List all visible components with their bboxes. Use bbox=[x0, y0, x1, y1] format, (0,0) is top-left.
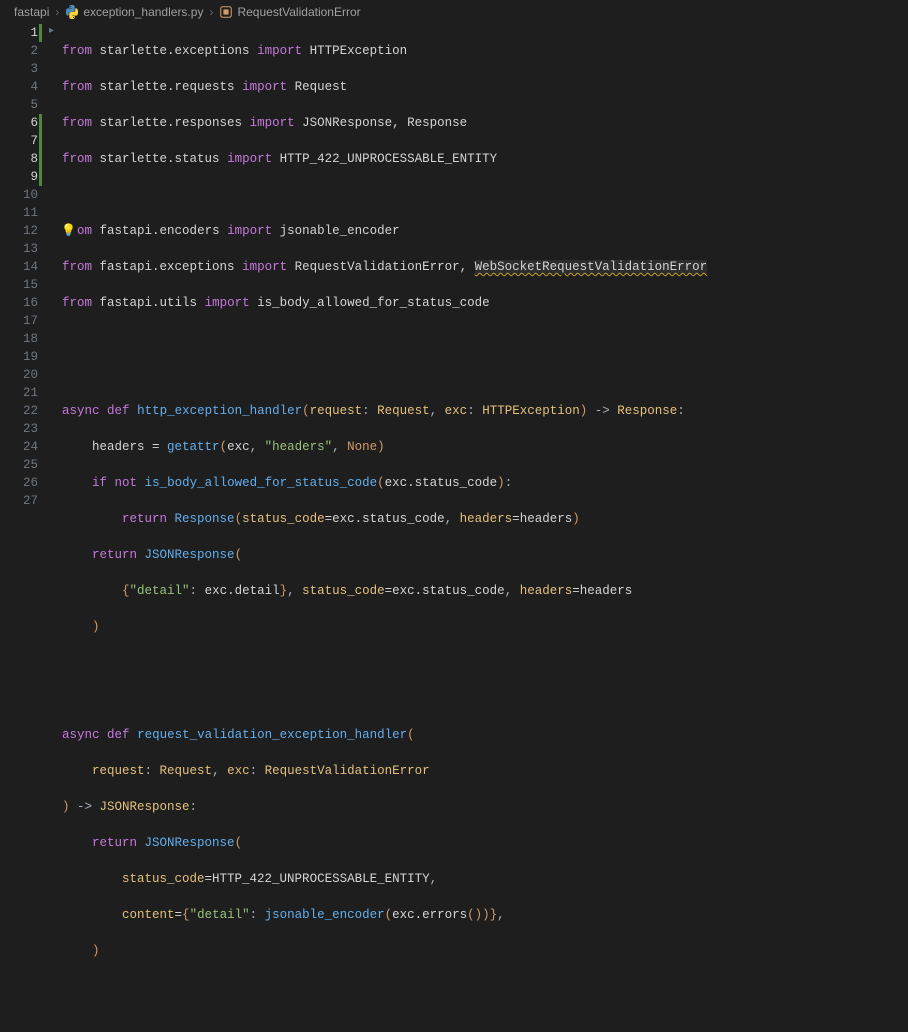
line-number[interactable]: 13 bbox=[0, 240, 38, 258]
code-line[interactable]: return JSONResponse( bbox=[62, 546, 908, 564]
code-line[interactable]: from starlette.responses import JSONResp… bbox=[62, 114, 908, 132]
breadcrumb-root[interactable]: fastapi bbox=[14, 5, 49, 19]
line-number[interactable]: 1 bbox=[0, 24, 38, 42]
code-line[interactable]: from fastapi.utils import is_body_allowe… bbox=[62, 294, 908, 312]
line-number[interactable]: 27 bbox=[0, 492, 38, 510]
code-line[interactable]: return Response(status_code=exc.status_c… bbox=[62, 510, 908, 528]
code-line[interactable]: async def http_exception_handler(request… bbox=[62, 402, 908, 420]
line-number[interactable]: 11 bbox=[0, 204, 38, 222]
line-number-gutter[interactable]: 1 2 3 4 5 6 7 8 9 10 11 12 13 14 15 16 1… bbox=[0, 24, 44, 540]
chevron-right-icon: › bbox=[209, 5, 213, 19]
code-area[interactable]: from starlette.exceptions import HTTPExc… bbox=[44, 24, 908, 540]
line-number[interactable]: 15 bbox=[0, 276, 38, 294]
code-line[interactable]: from starlette.exceptions import HTTPExc… bbox=[62, 42, 908, 60]
python-file-icon bbox=[65, 5, 79, 19]
line-number[interactable]: 18 bbox=[0, 330, 38, 348]
line-number[interactable]: 12 bbox=[0, 222, 38, 240]
code-line[interactable] bbox=[62, 654, 908, 672]
code-line[interactable]: request: Request, exc: RequestValidation… bbox=[62, 762, 908, 780]
lightbulb-icon[interactable]: 💡 bbox=[61, 222, 76, 240]
line-number[interactable]: 19 bbox=[0, 348, 38, 366]
breadcrumb[interactable]: fastapi › exception_handlers.py › Reques… bbox=[0, 0, 908, 24]
line-number[interactable]: 7 bbox=[0, 132, 38, 150]
line-number[interactable]: 9 bbox=[0, 168, 38, 186]
unused-import-warning[interactable]: WebSocketRequestValidationError bbox=[475, 260, 708, 274]
class-icon bbox=[219, 5, 233, 19]
line-number[interactable]: 26 bbox=[0, 474, 38, 492]
line-number[interactable]: 24 bbox=[0, 438, 38, 456]
code-line[interactable]: {"detail": exc.detail}, status_code=exc.… bbox=[62, 582, 908, 600]
code-line[interactable] bbox=[62, 330, 908, 348]
code-line[interactable] bbox=[62, 186, 908, 204]
chevron-right-icon: › bbox=[55, 5, 59, 19]
code-line[interactable]: ) bbox=[62, 942, 908, 960]
line-number[interactable]: 8 bbox=[0, 150, 38, 168]
line-number[interactable]: 5 bbox=[0, 96, 38, 114]
line-number[interactable]: 21 bbox=[0, 384, 38, 402]
line-number[interactable]: 2 bbox=[0, 42, 38, 60]
line-number[interactable]: 3 bbox=[0, 60, 38, 78]
line-number[interactable]: 4 bbox=[0, 78, 38, 96]
code-line[interactable]: if not is_body_allowed_for_status_code(e… bbox=[62, 474, 908, 492]
breadcrumb-symbol-label: RequestValidationError bbox=[237, 5, 360, 19]
code-line[interactable]: async def request_validation_exception_h… bbox=[62, 726, 908, 744]
line-number[interactable]: 20 bbox=[0, 366, 38, 384]
line-number[interactable]: 17 bbox=[0, 312, 38, 330]
line-number[interactable]: 10 bbox=[0, 186, 38, 204]
breadcrumb-symbol[interactable]: RequestValidationError bbox=[219, 5, 360, 19]
code-line[interactable] bbox=[62, 366, 908, 384]
code-line[interactable]: return JSONResponse( bbox=[62, 834, 908, 852]
line-number[interactable]: 25 bbox=[0, 456, 38, 474]
code-line[interactable]: status_code=HTTP_422_UNPROCESSABLE_ENTIT… bbox=[62, 870, 908, 888]
line-number[interactable]: 6 bbox=[0, 114, 38, 132]
code-line[interactable]: from fastapi.exceptions import RequestVa… bbox=[62, 258, 908, 276]
code-editor[interactable]: ▸ 1 2 3 4 5 6 7 8 9 10 11 12 13 14 15 16… bbox=[0, 24, 908, 540]
breadcrumb-file-label: exception_handlers.py bbox=[83, 5, 203, 19]
code-line[interactable]: ) -> JSONResponse: bbox=[62, 798, 908, 816]
line-number[interactable]: 22 bbox=[0, 402, 38, 420]
code-line[interactable]: content={"detail": jsonable_encoder(exc.… bbox=[62, 906, 908, 924]
breadcrumb-file[interactable]: exception_handlers.py bbox=[65, 5, 203, 19]
code-line[interactable] bbox=[62, 690, 908, 708]
line-number[interactable]: 16 bbox=[0, 294, 38, 312]
code-line[interactable]: from starlette.status import HTTP_422_UN… bbox=[62, 150, 908, 168]
code-line[interactable]: from starlette.requests import Request bbox=[62, 78, 908, 96]
code-line[interactable]: ) bbox=[62, 618, 908, 636]
line-number[interactable]: 14 bbox=[0, 258, 38, 276]
code-line[interactable] bbox=[62, 978, 908, 996]
code-line[interactable]: headers = getattr(exc, "headers", None) bbox=[62, 438, 908, 456]
line-number[interactable]: 23 bbox=[0, 420, 38, 438]
code-line[interactable]: 💡from fastapi.encoders import jsonable_e… bbox=[62, 222, 908, 240]
